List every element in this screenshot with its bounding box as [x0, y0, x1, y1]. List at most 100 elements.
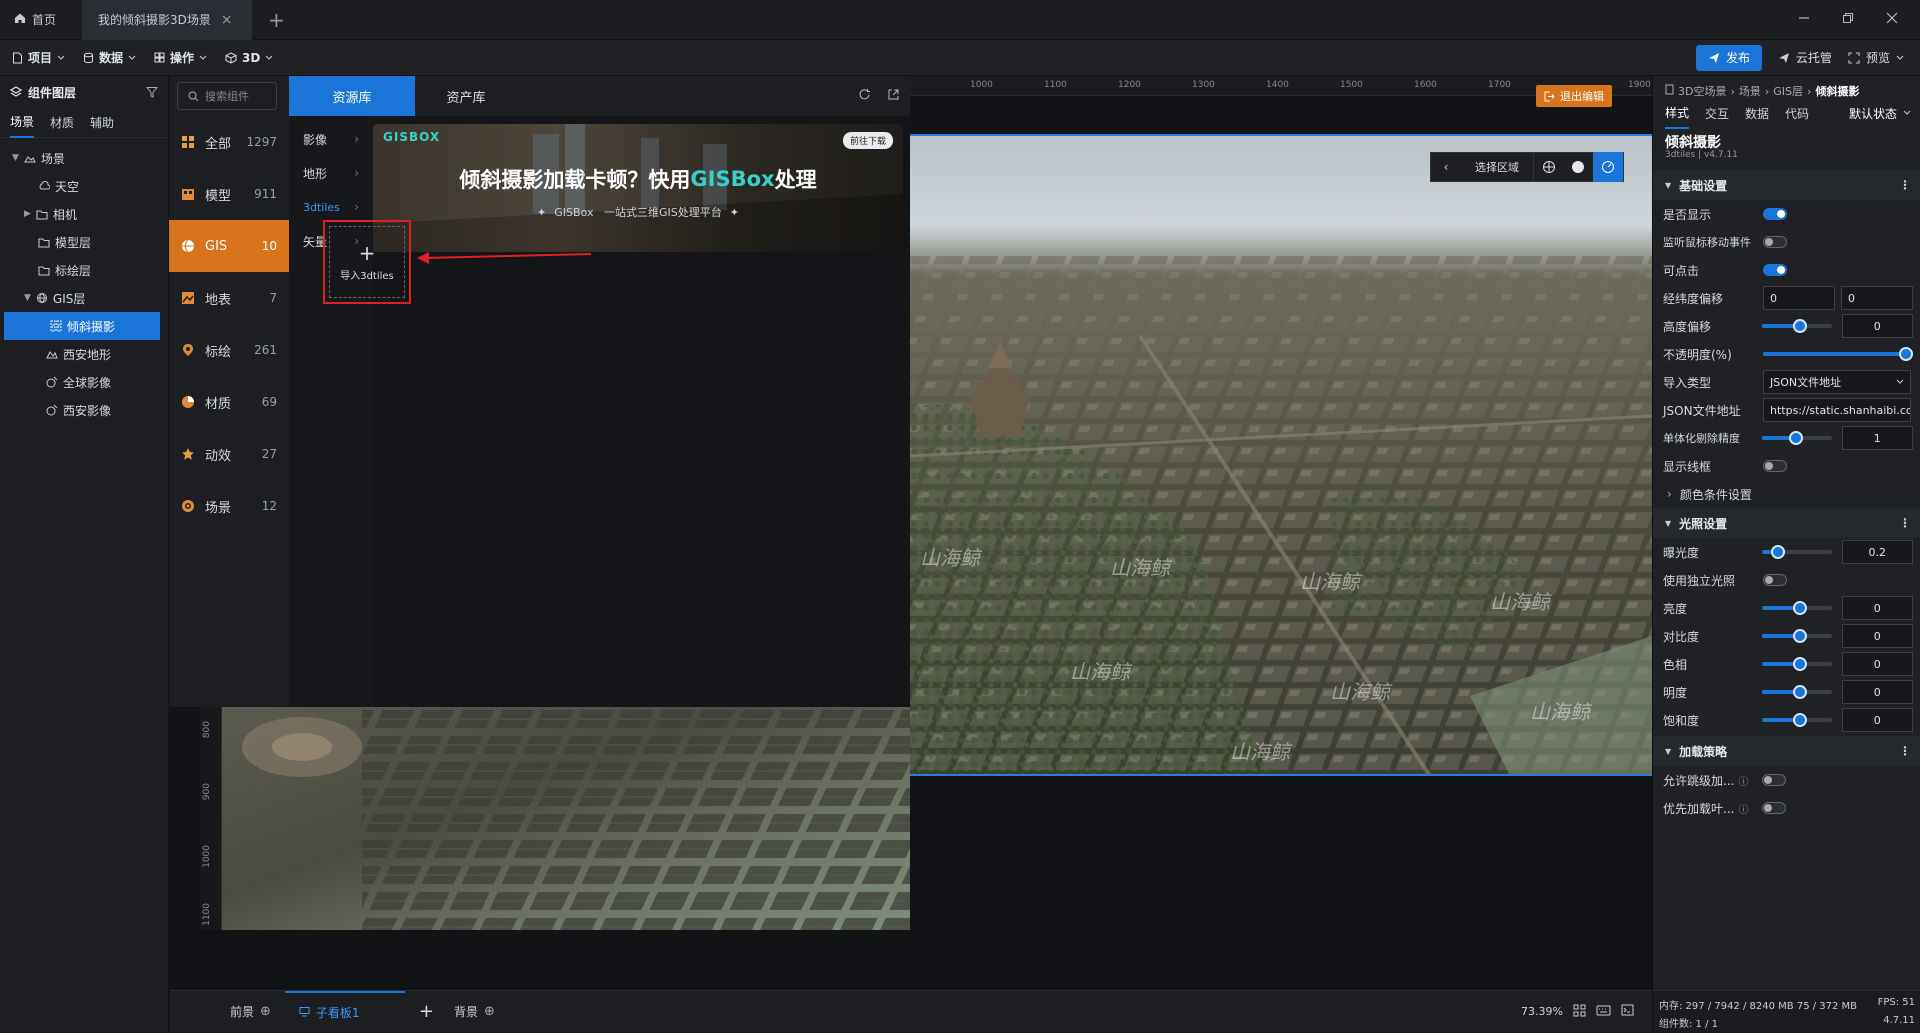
lat-offset-input[interactable]: 0 — [1841, 286, 1913, 310]
help-icon[interactable]: ⓘ — [1738, 801, 1748, 816]
tab-interaction[interactable]: 交互 — [1705, 105, 1729, 122]
row-color-condition[interactable]: › 颜色条件设置 — [1667, 480, 1917, 508]
exit-edit-button[interactable]: 退出编辑 — [1536, 85, 1612, 107]
import-3dtiles-card[interactable]: + 导入3dtiles — [329, 226, 405, 298]
section-basic[interactable]: ▼ 基础设置 ⋮ — [1653, 170, 1920, 200]
tree-item-xian-terrain[interactable]: 西安地形 — [0, 340, 168, 368]
keyboard-icon[interactable] — [1596, 1005, 1611, 1019]
category-scene[interactable]: 场景 12 — [169, 480, 289, 532]
brightness-slider[interactable] — [1762, 601, 1832, 615]
brightness-input[interactable]: 0 — [1841, 596, 1914, 620]
section-lighting[interactable]: ▼ 光照设置 ⋮ — [1653, 508, 1920, 538]
rotate-icon[interactable] — [1593, 152, 1623, 182]
caret-right-icon[interactable]: ▶ — [24, 209, 31, 219]
add-tab-button[interactable]: + — [268, 8, 285, 32]
breadcrumb-item[interactable]: 场景 — [1739, 83, 1761, 99]
tab-code[interactable]: 代码 — [1785, 105, 1809, 122]
tree-item-global-imagery[interactable]: 全球影像 — [0, 368, 168, 396]
back-arrow-icon[interactable]: ‹ — [1431, 160, 1461, 174]
json-url-input[interactable]: https://static.shanhaibi.co — [1763, 398, 1911, 422]
tree-item-xian-imagery[interactable]: 西安影像 — [0, 396, 168, 424]
independent-light-toggle[interactable] — [1763, 574, 1787, 586]
more-vertical-icon[interactable]: ⋮ — [1899, 744, 1911, 758]
filter-icon[interactable] — [146, 86, 158, 98]
download-badge[interactable]: 前往下载 — [842, 132, 893, 149]
tree-item-plot-layer[interactable]: 标绘层 — [0, 256, 168, 284]
menu-operate[interactable]: 操作 — [145, 40, 216, 76]
tab-data[interactable]: 数据 — [1745, 105, 1769, 122]
subcategory-imagery[interactable]: 影像 › — [289, 122, 373, 156]
tree-item-scene[interactable]: ▼ 场景 — [0, 144, 168, 172]
category-model[interactable]: 模型 911 — [169, 168, 289, 220]
external-link-icon[interactable] — [887, 88, 900, 104]
saturation-input[interactable]: 0 — [1841, 708, 1914, 732]
close-tab-icon[interactable]: × — [221, 12, 233, 28]
allow-skip-toggle[interactable] — [1762, 774, 1787, 786]
publish-button[interactable]: 发布 — [1695, 44, 1762, 71]
opacity-slider[interactable] — [1763, 347, 1913, 361]
tree-item-sky[interactable]: 天空 — [0, 172, 168, 200]
more-vertical-icon[interactable]: ⋮ — [1899, 516, 1911, 530]
refresh-icon[interactable] — [858, 88, 871, 104]
category-effect[interactable]: 动效 27 — [169, 428, 289, 480]
category-gis[interactable]: GIS 10 — [169, 220, 289, 272]
menu-3d[interactable]: 3D — [216, 40, 282, 76]
gisbox-banner[interactable]: GISBOX 前往下载 倾斜摄影加载卡顿？快用 GISBox 处理 ✦ GISB… — [373, 124, 903, 252]
tab-asset-library[interactable]: 资产库 — [415, 76, 517, 116]
front-board[interactable]: 前景 ⊕ — [170, 1003, 271, 1020]
category-marker[interactable]: 标绘 261 — [169, 324, 289, 376]
breadcrumb-item[interactable]: GIS层 — [1773, 83, 1803, 99]
sub-board-tab[interactable]: 子看板1 — [284, 990, 405, 1033]
scene-tab[interactable]: 我的倾斜摄影3D场景 × — [82, 0, 252, 40]
tab-scene[interactable]: 场景 — [10, 107, 35, 138]
tab-resource-library[interactable]: 资源库 — [289, 76, 415, 116]
tab-material[interactable]: 材质 — [50, 114, 74, 131]
globe-icon[interactable] — [1533, 152, 1563, 182]
exposure-input[interactable]: 0.2 — [1841, 540, 1914, 564]
caret-down-icon[interactable]: ▼ — [24, 293, 31, 303]
tree-item-tilted-photo[interactable]: 倾斜摄影 — [4, 312, 160, 340]
tree-item-gis-layer[interactable]: ▼ GIS层 — [0, 284, 168, 312]
visible-toggle[interactable] — [1763, 208, 1787, 220]
preview-button[interactable]: 预览 — [1848, 49, 1904, 66]
mono-precision-input[interactable]: 1 — [1841, 426, 1914, 450]
state-select[interactable]: 默认状态 — [1849, 105, 1911, 122]
add-circle-icon[interactable]: ⊕ — [484, 1004, 495, 1019]
scene-viewport[interactable]: 1000 1100 1200 1300 1400 1500 1600 1700 … — [910, 76, 1652, 990]
minimize-icon[interactable] — [1798, 12, 1810, 27]
lightness-input[interactable]: 0 — [1841, 680, 1914, 704]
contrast-input[interactable]: 0 — [1841, 624, 1914, 648]
fit-screen-icon[interactable] — [1573, 1004, 1586, 1020]
clickable-toggle[interactable] — [1763, 264, 1787, 276]
subcategory-3dtiles[interactable]: 3dtiles › — [289, 190, 373, 224]
menu-project[interactable]: 项目 — [0, 40, 74, 76]
hue-input[interactable]: 0 — [1841, 652, 1914, 676]
caret-down-icon[interactable]: ▼ — [12, 153, 19, 163]
tab-style[interactable]: 样式 — [1665, 98, 1690, 129]
lng-offset-input[interactable]: 0 — [1763, 286, 1835, 310]
tree-item-model-layer[interactable]: 模型层 — [0, 228, 168, 256]
mouse-move-toggle[interactable] — [1763, 236, 1787, 248]
mono-precision-slider[interactable] — [1762, 431, 1832, 445]
hue-slider[interactable] — [1762, 657, 1832, 671]
select-area-button[interactable]: 选择区域 — [1461, 159, 1533, 175]
add-board-icon[interactable]: + — [419, 1001, 434, 1022]
close-window-icon[interactable] — [1886, 12, 1898, 27]
circle-fill-icon[interactable] — [1563, 152, 1593, 182]
zoom-level[interactable]: 73.39% — [1521, 1005, 1563, 1018]
help-icon[interactable]: ⓘ — [1738, 773, 1748, 788]
back-board[interactable]: 背景 ⊕ — [454, 1003, 495, 1020]
exposure-slider[interactable] — [1762, 545, 1832, 559]
prefer-leaf-toggle[interactable] — [1762, 802, 1787, 814]
category-all[interactable]: 全部 1297 — [169, 116, 289, 168]
menu-data[interactable]: 数据 — [74, 40, 145, 76]
home-tab[interactable]: 首页 — [0, 0, 82, 40]
more-vertical-icon[interactable]: ⋮ — [1899, 178, 1911, 192]
restore-icon[interactable] — [1842, 12, 1854, 27]
category-material[interactable]: 材质 69 — [169, 376, 289, 428]
add-circle-icon[interactable]: ⊕ — [260, 1004, 271, 1019]
height-offset-slider[interactable] — [1762, 319, 1832, 333]
breadcrumb-item[interactable]: 倾斜摄影 — [1815, 83, 1859, 99]
section-loading[interactable]: ▼ 加载策略 ⋮ — [1653, 736, 1920, 766]
saturation-slider[interactable] — [1762, 713, 1832, 727]
